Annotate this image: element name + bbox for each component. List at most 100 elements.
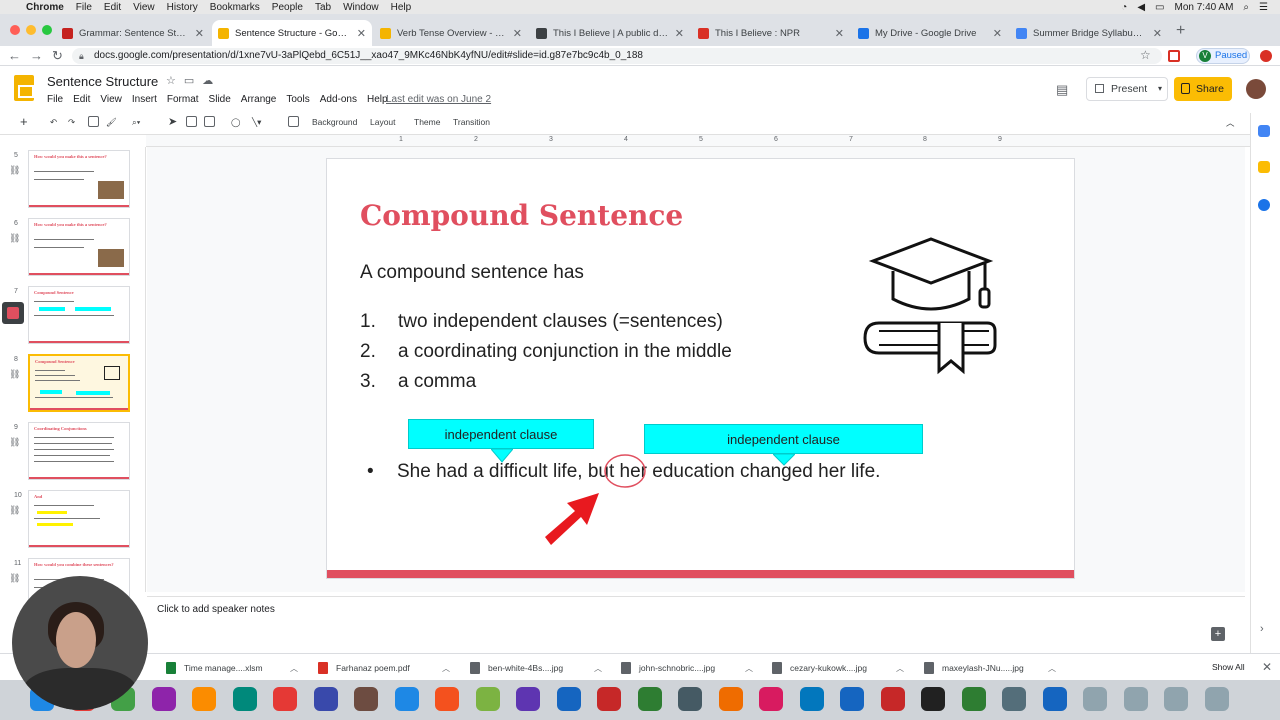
theme-button[interactable]: Theme (414, 117, 440, 127)
menu-arrange[interactable]: Arrange (241, 94, 277, 105)
download-item[interactable]: maxeylash-JNu.....jpg ︿ (924, 659, 1056, 677)
download-item[interactable]: ben-white-4Bs....jpg ︿ (470, 659, 602, 677)
dock-app-icon[interactable] (840, 687, 864, 711)
tab-verb-tense[interactable]: Verb Tense Overview - Google ✕ (374, 20, 528, 46)
slide-thumbnail-10[interactable]: And (28, 490, 130, 548)
chevron-up-icon[interactable]: ︿ (896, 663, 904, 674)
redo-icon[interactable]: ↷ (68, 117, 75, 128)
mac-menu-people[interactable]: People (272, 2, 303, 13)
dock-app-icon[interactable] (1083, 687, 1107, 711)
dock-app-icon[interactable] (961, 687, 986, 711)
graduation-cap-book-icon[interactable] (859, 233, 1005, 379)
expand-panel-icon[interactable]: › (1260, 623, 1264, 635)
menu-edit[interactable]: Edit (73, 94, 90, 105)
dock-app-icon[interactable] (1042, 687, 1067, 711)
dock-app-icon[interactable] (192, 687, 216, 711)
dock-app-icon[interactable] (435, 687, 459, 711)
select-tool-icon[interactable]: ➤ (168, 115, 177, 128)
chevron-up-icon[interactable]: ︿ (594, 663, 602, 674)
close-tab-icon[interactable]: ✕ (675, 27, 684, 40)
document-title[interactable]: Sentence Structure (47, 74, 158, 89)
close-tab-icon[interactable]: ✕ (357, 27, 366, 40)
mac-menu-tab[interactable]: Tab (315, 2, 331, 13)
back-icon[interactable]: ← (8, 48, 21, 63)
close-tab-icon[interactable]: ✕ (1153, 27, 1162, 40)
dock-app-icon[interactable] (1002, 687, 1026, 711)
mac-menu-file[interactable]: File (76, 2, 92, 13)
dock-app-icon[interactable] (678, 687, 702, 711)
download-item[interactable]: Farhanaz poem.pdf ︿ (318, 659, 450, 677)
dock-app-icon[interactable] (1123, 687, 1148, 711)
speaker-notes[interactable]: Click to add speaker notes + (147, 596, 1245, 648)
slide-thumbnail-7[interactable]: Compound Sentence (28, 286, 130, 344)
tab-summer-bridge[interactable]: Summer Bridge Syllabus 2020 ✕ (1010, 20, 1168, 46)
download-item[interactable]: Time manage....xlsm ︿ (166, 659, 298, 677)
mac-menu-bookmarks[interactable]: Bookmarks (210, 2, 260, 13)
minimize-window-button[interactable] (26, 25, 36, 35)
menu-icon[interactable]: ☰ (1259, 2, 1268, 13)
collapse-toolbar-icon[interactable]: ︿ (1226, 117, 1235, 129)
volume-icon[interactable]: ◀ (1137, 2, 1145, 13)
share-button[interactable]: Share (1174, 77, 1232, 101)
wifi-icon[interactable]: ◔ (1121, 2, 1127, 13)
show-all-button[interactable]: Show All (1212, 662, 1245, 672)
slide[interactable]: Compound Sentence A compound sentence ha… (326, 158, 1075, 579)
mac-menu-edit[interactable]: Edit (104, 2, 121, 13)
dock-app-icon[interactable] (799, 687, 824, 711)
tab-my-drive[interactable]: My Drive - Google Drive ✕ (852, 20, 1008, 46)
print-icon[interactable] (88, 116, 99, 127)
battery-icon[interactable]: ▭ (1155, 2, 1164, 13)
dock-app-icon[interactable] (1204, 687, 1229, 711)
tab-this-i-believe-dialog[interactable]: This I Believe | A public dialog ✕ (530, 20, 690, 46)
paint-format-icon[interactable]: 🖌︎ (106, 117, 117, 128)
dock-app-icon[interactable] (921, 687, 945, 711)
close-window-button[interactable] (10, 25, 20, 35)
dock-app-icon[interactable] (637, 687, 662, 711)
app-menu-name[interactable]: Chrome (26, 2, 64, 13)
bookmark-star-icon[interactable]: ☆ (1140, 48, 1151, 62)
mac-menu-help[interactable]: Help (391, 2, 412, 13)
dock-app-icon[interactable] (597, 687, 621, 711)
slide-lead-text[interactable]: A compound sentence has (360, 262, 584, 284)
profile-paused-button[interactable]: V Paused (1196, 48, 1250, 64)
comments-icon[interactable]: ▤ (1056, 82, 1068, 98)
extension-icon[interactable] (1168, 50, 1180, 62)
mac-menu-history[interactable]: History (167, 2, 198, 13)
dock-app-icon[interactable] (880, 687, 905, 711)
tab-grammar[interactable]: Grammar: Sentence Structure ✕ (56, 20, 210, 46)
reload-icon[interactable]: ↻ (52, 48, 63, 64)
chevron-up-icon[interactable]: ︿ (290, 663, 298, 674)
background-button[interactable]: Background (312, 117, 357, 127)
record-stop-button[interactable] (2, 302, 24, 324)
slides-logo-icon[interactable] (14, 75, 34, 101)
text-box-icon[interactable] (186, 116, 197, 127)
numbered-list[interactable]: 1. two independent clauses (=sentences) 2… (360, 307, 732, 397)
slide-title[interactable]: Compound Sentence (360, 199, 683, 232)
tab-this-i-believe-npr[interactable]: This I Believe : NPR ✕ (692, 20, 850, 46)
chevron-up-icon[interactable]: ︿ (745, 663, 753, 674)
search-icon[interactable]: ⌕ (1243, 2, 1249, 13)
image-icon[interactable] (204, 116, 215, 127)
calendar-icon[interactable] (1258, 125, 1270, 137)
close-tab-icon[interactable]: ✕ (195, 27, 204, 40)
dock-app-icon[interactable] (759, 687, 783, 711)
dock-app-icon[interactable] (1164, 687, 1188, 711)
dock-app-icon[interactable] (354, 687, 378, 711)
present-dropdown-icon[interactable]: ▾ (1158, 78, 1162, 100)
mac-menu-view[interactable]: View (133, 2, 155, 13)
dock-app-icon[interactable] (394, 687, 419, 711)
transition-button[interactable]: Transition (453, 117, 490, 127)
menu-tools[interactable]: Tools (286, 94, 309, 105)
present-button[interactable]: Present ▾ (1086, 77, 1168, 101)
last-edit-link[interactable]: Last edit was on June 2 (386, 94, 491, 105)
dock-app-icon[interactable] (516, 687, 540, 711)
dock-app-icon[interactable] (556, 687, 581, 711)
tab-sentence-structure[interactable]: Sentence Structure - Google S ✕ (212, 20, 372, 46)
menu-add-ons[interactable]: Add-ons (320, 94, 357, 105)
dock-app-icon[interactable] (475, 687, 500, 711)
forward-icon[interactable]: → (30, 48, 43, 63)
download-item[interactable]: cezary-kukowk....jpg ︿ (772, 659, 904, 677)
shape-icon[interactable]: ◯ (231, 117, 241, 128)
keep-icon[interactable] (1258, 161, 1270, 173)
url-field[interactable]: 🔒︎ docs.google.com/presentation/d/1xne7v… (72, 48, 1162, 64)
